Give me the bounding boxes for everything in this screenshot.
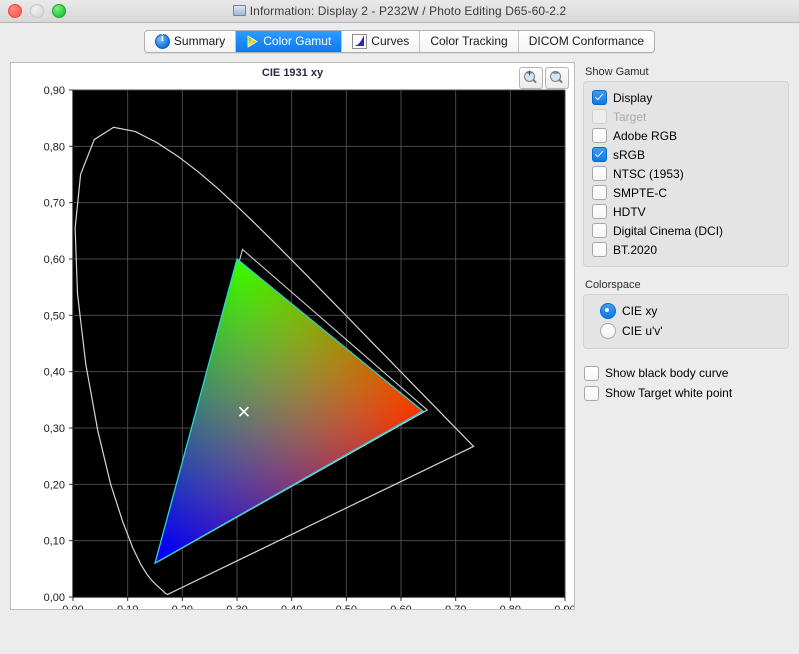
y-tick-label: 0,50 bbox=[44, 310, 65, 322]
x-tick-label: 0,20 bbox=[172, 604, 193, 609]
tab-bar: Summary Color Gam bbox=[0, 23, 799, 56]
gamut-checkbox-label: sRGB bbox=[613, 148, 645, 162]
close-button[interactable] bbox=[8, 4, 22, 18]
title-bar: Information: Display 2 - P232W / Photo E… bbox=[0, 0, 799, 23]
tab-curves[interactable]: Curves bbox=[342, 31, 420, 52]
y-tick-label: 0,60 bbox=[44, 254, 65, 266]
x-tick-label: 0,30 bbox=[226, 604, 247, 609]
colorspace-label: Colorspace bbox=[585, 279, 789, 291]
x-tick-label: 0,50 bbox=[336, 604, 357, 609]
gamut-checkbox-row: Target bbox=[592, 107, 780, 126]
gamut-checkbox-row[interactable]: SMPTE-C bbox=[592, 183, 780, 202]
radio-cie-u-v[interactable] bbox=[600, 323, 616, 339]
x-tick-label: 0,40 bbox=[281, 604, 302, 609]
curves-icon bbox=[352, 34, 367, 49]
gamut-checkbox-label: Digital Cinema (DCI) bbox=[613, 224, 723, 238]
checkbox-ntsc-1953[interactable] bbox=[592, 166, 607, 181]
minimize-button[interactable] bbox=[30, 4, 44, 18]
gamut-checkbox-row[interactable]: Digital Cinema (DCI) bbox=[592, 221, 780, 240]
tab-summary[interactable]: Summary bbox=[145, 31, 236, 52]
content-area: CIE 1931 xy + − 0,000,100,200,300,400,50… bbox=[0, 56, 799, 654]
checkbox-adobe-rgb[interactable] bbox=[592, 128, 607, 143]
gamut-checkbox-label: BT.2020 bbox=[613, 243, 657, 257]
colorspace-radio-row[interactable]: CIE xy bbox=[592, 301, 780, 321]
gamut-checkbox-row[interactable]: sRGB bbox=[592, 145, 780, 164]
maximize-button[interactable] bbox=[52, 4, 66, 18]
window-title-text: Information: Display 2 - P232W / Photo E… bbox=[250, 4, 567, 18]
y-tick-label: 0,90 bbox=[44, 85, 65, 97]
tab-color-gamut-label: Color Gamut bbox=[263, 34, 331, 48]
window-controls bbox=[8, 4, 66, 18]
extra-checkbox-row[interactable]: Show Target white point bbox=[584, 383, 789, 403]
x-tick-label: 0,80 bbox=[500, 604, 521, 609]
gamut-checkbox-label: Target bbox=[613, 110, 646, 124]
colorspace-radio-row[interactable]: CIE u'v' bbox=[592, 321, 780, 341]
colorspace-group: CIE xy CIE u'v' bbox=[583, 294, 789, 349]
tab-dicom-conformance-label: DICOM Conformance bbox=[529, 34, 644, 48]
gamut-checkbox-row[interactable]: BT.2020 bbox=[592, 240, 780, 259]
x-tick-label: 0,00 bbox=[62, 604, 83, 609]
checkbox-show-black-body-curve[interactable] bbox=[584, 366, 599, 381]
tab-group: Summary Color Gam bbox=[144, 30, 655, 53]
extra-checkbox-label: Show Target white point bbox=[605, 386, 732, 400]
tab-color-tracking-label: Color Tracking bbox=[430, 34, 507, 48]
gamut-checkbox-label: Display bbox=[613, 91, 652, 105]
side-panel: Show Gamut Display Target Adobe RGB sRGB NTS… bbox=[583, 62, 789, 654]
show-gamut-label: Show Gamut bbox=[585, 66, 789, 78]
radio-cie-xy[interactable] bbox=[600, 303, 616, 319]
colorspace-radio-label: CIE u'v' bbox=[622, 324, 663, 338]
x-tick-label: 0,10 bbox=[117, 604, 138, 609]
y-tick-label: 0,10 bbox=[44, 536, 65, 548]
tab-color-tracking[interactable]: Color Tracking bbox=[420, 31, 518, 52]
gamut-checkbox-row[interactable]: Display bbox=[592, 88, 780, 107]
gamut-checkbox-label: HDTV bbox=[613, 205, 646, 219]
x-tick-label: 0,90 bbox=[554, 604, 574, 609]
cie-chromaticity-plot[interactable]: 0,00 0,10 0,20 0,30 0,40 0,50 0,60 0,70 0,80 0,90… bbox=[11, 63, 574, 609]
checkbox-bt-2020[interactable] bbox=[592, 242, 607, 257]
y-tick-label: 0,70 bbox=[44, 198, 65, 210]
checkbox-srgb[interactable] bbox=[592, 147, 607, 162]
checkbox-show-target-white-point[interactable] bbox=[584, 386, 599, 401]
gamut-checkbox-row[interactable]: NTSC (1953) bbox=[592, 164, 780, 183]
checkbox-display[interactable] bbox=[592, 90, 607, 105]
extra-checkbox-row[interactable]: Show black body curve bbox=[584, 363, 789, 383]
tab-curves-label: Curves bbox=[371, 34, 409, 48]
checkbox-target bbox=[592, 109, 607, 124]
window-title: Information: Display 2 - P232W / Photo E… bbox=[0, 4, 799, 18]
gamut-checkbox-label: NTSC (1953) bbox=[613, 167, 684, 181]
y-tick-label: 0,00 bbox=[44, 592, 65, 604]
y-tick-label: 0,40 bbox=[44, 367, 65, 379]
x-tick-label: 0,60 bbox=[390, 604, 411, 609]
gamut-checkbox-label: Adobe RGB bbox=[613, 129, 677, 143]
gamut-checkbox-row[interactable]: Adobe RGB bbox=[592, 126, 780, 145]
y-tick-label: 0,30 bbox=[44, 423, 65, 435]
chart-panel: CIE 1931 xy + − 0,000,100,200,300,400,50… bbox=[10, 62, 575, 610]
checkbox-smpte-c[interactable] bbox=[592, 185, 607, 200]
display-icon bbox=[233, 5, 246, 16]
y-tick-label: 0,80 bbox=[44, 141, 65, 153]
colorspace-radio-label: CIE xy bbox=[622, 304, 657, 318]
gamut-checkbox-row[interactable]: HDTV bbox=[592, 202, 780, 221]
y-tick-label: 0,20 bbox=[44, 479, 65, 491]
x-tick-label: 0,70 bbox=[445, 604, 466, 609]
checkbox-hdtv[interactable] bbox=[592, 204, 607, 219]
extra-checkbox-label: Show black body curve bbox=[605, 366, 728, 380]
tab-dicom-conformance[interactable]: DICOM Conformance bbox=[519, 31, 654, 52]
checkbox-digital-cinema-dci[interactable] bbox=[592, 223, 607, 238]
show-gamut-group: Display Target Adobe RGB sRGB NTSC (1953) SMP… bbox=[583, 81, 789, 267]
tab-summary-label: Summary bbox=[174, 34, 225, 48]
gamut-checkbox-label: SMPTE-C bbox=[613, 186, 667, 200]
tab-color-gamut[interactable]: Color Gamut bbox=[236, 31, 342, 52]
info-icon bbox=[155, 34, 170, 49]
extra-options: Show black body curve Show Target white p… bbox=[583, 363, 789, 403]
gamut-triangle-icon bbox=[246, 35, 259, 48]
colorspace-section: Colorspace CIE xy CIE u'v' bbox=[583, 279, 789, 349]
app-window: Information: Display 2 - P232W / Photo E… bbox=[0, 0, 799, 654]
